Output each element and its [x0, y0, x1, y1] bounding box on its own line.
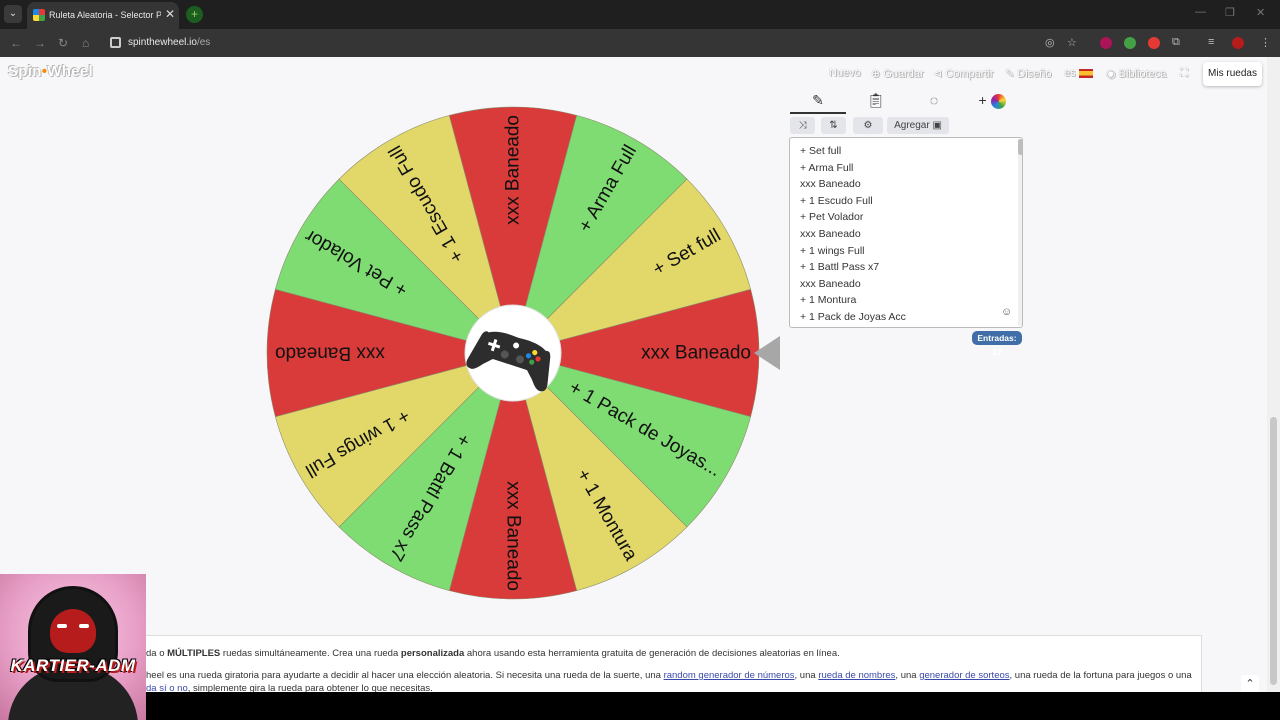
pencil-icon: ✎	[812, 92, 824, 108]
extension-icon[interactable]	[1148, 37, 1160, 49]
globe-icon: ◉	[1106, 68, 1119, 80]
wheel-segment-label: xxx Baneado	[641, 343, 751, 364]
minimize-icon[interactable]: —	[1195, 6, 1206, 18]
biblioteca-button[interactable]: ◉ Biblioteca	[1106, 67, 1166, 80]
url-field[interactable]: spinthewheel.io/es	[128, 37, 210, 48]
brush-icon: ✎	[1005, 68, 1018, 80]
entries-scrollbar[interactable]	[1018, 139, 1022, 326]
wheel-segment-label: xxx Baneado	[275, 343, 385, 364]
gear-icon: ⚙	[863, 120, 873, 131]
description-panel: da o MÚLTIPLES ruedas simultáneamente. C…	[130, 635, 1202, 694]
entry-line[interactable]: + Set full	[800, 145, 841, 157]
taskbar-strip	[0, 692, 1280, 720]
site-settings-icon[interactable]	[110, 37, 121, 48]
reading-list-icon[interactable]: ≡	[1208, 36, 1214, 48]
tab-edit[interactable]: ✎	[790, 92, 846, 114]
home-icon[interactable]: ⌂	[82, 36, 89, 50]
emoji-icon[interactable]: ☺	[1001, 306, 1012, 318]
save-icon: ⊕	[871, 68, 884, 80]
entry-line[interactable]: + 1 Montura	[800, 294, 856, 306]
avatar-eye	[79, 624, 89, 628]
link-generador-numeros[interactable]: random generador de números	[664, 670, 795, 681]
fullscreen-icon[interactable]: ⛶	[1180, 67, 1188, 80]
close-window-icon[interactable]: ✕	[1256, 6, 1265, 19]
site-logo[interactable]: Spin•Wheel	[8, 63, 93, 80]
compartir-button[interactable]: ⊲ Compartir	[933, 67, 994, 80]
entry-line[interactable]: xxx Baneado	[800, 278, 861, 290]
back-icon[interactable]: ←	[10, 36, 22, 50]
sort-button[interactable]: ⇅	[821, 117, 846, 134]
nuevo-button[interactable]: Nuevo	[829, 67, 861, 79]
tab-title: Ruleta Aleatoria - Selector Pers	[49, 10, 161, 20]
wheel-segment-label: xxx Baneado	[503, 115, 524, 225]
spin-wheel[interactable]: xxx Baneado+ 1 Pack de Joyas...+ 1 Montu…	[262, 102, 787, 602]
entries-count-badge: Entradas: 12	[972, 331, 1022, 357]
extensions-puzzle-icon[interactable]: ⧉	[1172, 36, 1180, 49]
tab-add-color[interactable]: +	[964, 92, 1020, 114]
settings-button[interactable]: ⚙	[853, 117, 883, 134]
reload-icon[interactable]: ↻	[58, 36, 68, 50]
language-selector[interactable]: es	[1064, 67, 1076, 79]
address-bar: ← → ↻ ⌂ spinthewheel.io/es ◎ ☆ ⧉ ≡ ⋮	[0, 29, 1280, 57]
image-icon: ▣	[932, 120, 942, 131]
tab-hide[interactable]: ◌	[906, 92, 962, 114]
link-generador-sorteos[interactable]: generador de sorteos	[919, 670, 1009, 681]
extension-icon[interactable]	[1100, 37, 1112, 49]
extension-icon[interactable]	[1124, 37, 1136, 49]
profile-avatar[interactable]	[1232, 37, 1244, 49]
browser-tab-bar: ⌄ Ruleta Aleatoria - Selector Pers ✕ + —…	[0, 0, 1280, 29]
scroll-top-button[interactable]: ⌃	[1241, 675, 1259, 693]
editor-tabs: ✎ 📋︎ ◌ +	[790, 92, 1020, 114]
entry-line[interactable]: + 1 Pack de Joyas Acc	[800, 311, 906, 323]
shuffle-icon: ⤨	[798, 120, 807, 131]
entry-line[interactable]: + 1 Escudo Full	[800, 195, 873, 207]
entries-textarea[interactable]: + Set full + Arma Full xxx Baneado + 1 Escu…	[789, 137, 1023, 328]
entry-line[interactable]: + 1 wings Full	[800, 245, 865, 257]
sort-icon: ⇅	[829, 120, 838, 131]
entry-line[interactable]: + Arma Full	[800, 162, 853, 174]
entry-line[interactable]: + Pet Volador	[800, 211, 863, 223]
new-tab-button[interactable]: +	[186, 6, 203, 23]
browser-menu-icon[interactable]: ⋮	[1260, 36, 1271, 49]
share-icon: ⊲	[933, 68, 946, 80]
avatar-eye	[57, 624, 67, 628]
chevron-up-icon: ⌃	[1245, 678, 1255, 690]
page: Spin•Wheel Nuevo ⊕ Guardar ⊲ Compartir ✎…	[0, 57, 1267, 694]
wheel-segment-label: xxx Baneado	[503, 481, 524, 591]
diseno-button[interactable]: ✎ Diseño	[1005, 67, 1052, 80]
entry-line[interactable]: xxx Baneado	[800, 178, 861, 190]
guardar-button[interactable]: ⊕ Guardar	[871, 67, 924, 80]
browser-tab[interactable]: Ruleta Aleatoria - Selector Pers ✕	[27, 2, 179, 29]
clipboard-icon: 📋︎	[867, 92, 885, 108]
maximize-icon[interactable]: ❐	[1225, 6, 1235, 19]
tab-favicon-icon	[33, 9, 45, 21]
shuffle-button[interactable]: ⤨	[790, 117, 815, 134]
add-image-button[interactable]: Agregar ▣	[887, 117, 949, 134]
streamer-watermark: KARTIER-ADM	[10, 656, 136, 675]
description-line: heel es una rueda giratoria para ayudart…	[146, 670, 1192, 681]
entry-line[interactable]: xxx Baneado	[800, 228, 861, 240]
avatar-mask	[50, 609, 96, 653]
description-line: da o MÚLTIPLES ruedas simultáneamente. C…	[146, 648, 840, 659]
mis-ruedas-button[interactable]: Mis ruedas	[1203, 62, 1262, 86]
tab-paste[interactable]: 📋︎	[848, 92, 904, 114]
eye-off-icon[interactable]: ◎	[1045, 36, 1055, 49]
spain-flag-icon	[1079, 69, 1093, 78]
forward-icon[interactable]: →	[34, 36, 46, 50]
entry-line[interactable]: + 1 Battl Pass x7	[800, 261, 879, 273]
add-color-icon: +	[978, 92, 1006, 109]
tab-close-icon[interactable]: ✕	[165, 7, 175, 21]
link-rueda-nombres[interactable]: rueda de nombres	[818, 670, 895, 681]
bookmark-star-icon[interactable]: ☆	[1067, 36, 1077, 49]
page-scrollbar[interactable]	[1267, 57, 1280, 693]
eye-off-icon: ◌	[929, 92, 939, 108]
webcam-overlay: KARTIER-ADM	[0, 574, 146, 720]
tab-search-button[interactable]: ⌄	[4, 5, 22, 23]
